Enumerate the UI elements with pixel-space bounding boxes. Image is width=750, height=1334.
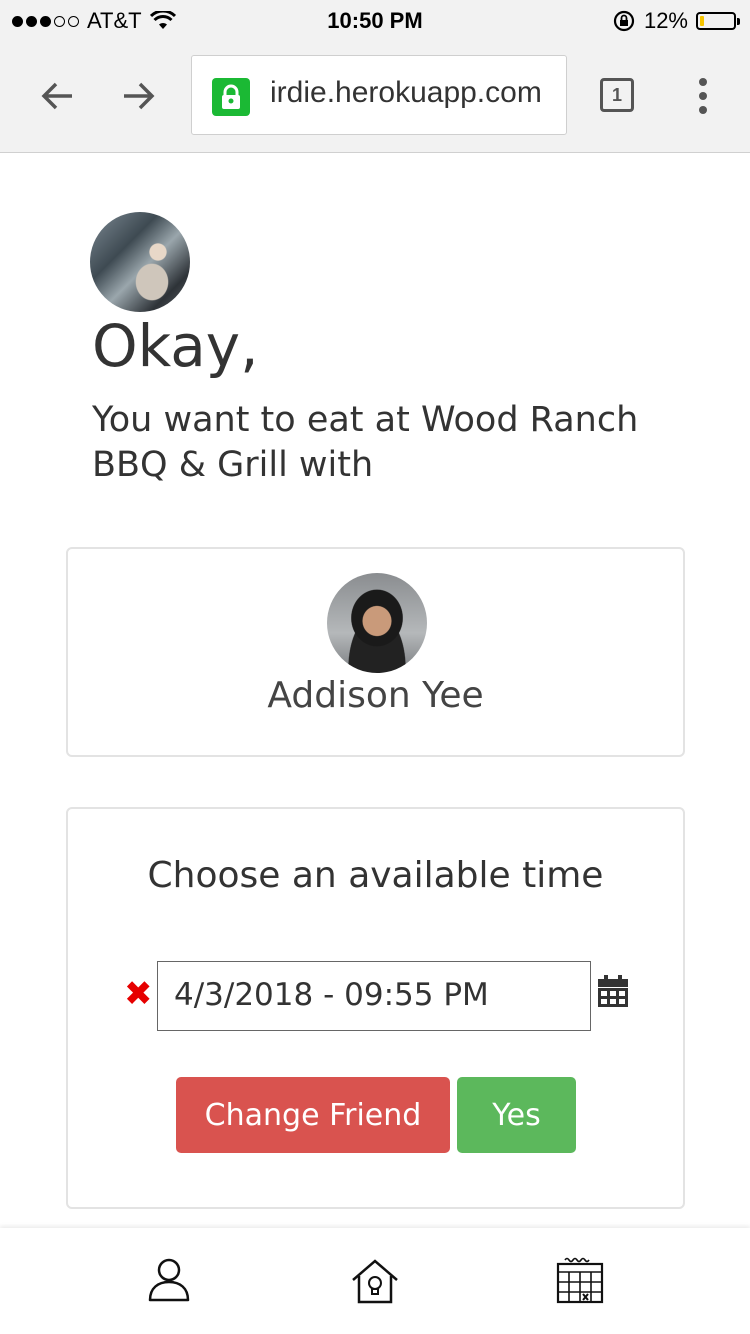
battery-percent: 12%: [643, 8, 688, 33]
yes-button[interactable]: Yes: [457, 1077, 576, 1153]
bottom-nav: [0, 1228, 750, 1334]
status-right: 12%: [612, 8, 740, 34]
url-text: irdie.herokuapp.com: [270, 76, 542, 109]
secure-lock-icon: [212, 78, 250, 116]
address-bar[interactable]: irdie.herokuapp.com: [191, 55, 567, 135]
profile-icon[interactable]: [144, 1256, 194, 1306]
rotation-lock-icon: [613, 10, 635, 32]
change-friend-button[interactable]: Change Friend: [176, 1077, 450, 1153]
friend-avatar: [327, 573, 427, 673]
browser-toolbar: irdie.herokuapp.com 1: [0, 40, 750, 153]
time-selection-card: Choose an available time ✖ 4/3/2018 - 09…: [66, 807, 685, 1209]
user-avatar: [90, 212, 190, 312]
status-bar: AT&T 10:50 PM 12%: [0, 0, 750, 40]
back-arrow-icon[interactable]: [38, 76, 78, 116]
page-heading: Okay,: [92, 312, 259, 380]
tab-switcher-button[interactable]: 1: [600, 78, 634, 112]
battery-icon: [696, 12, 740, 30]
calendar-icon[interactable]: [555, 1256, 605, 1306]
datetime-input[interactable]: 4/3/2018 - 09:55 PM: [157, 961, 591, 1031]
overflow-menu-icon[interactable]: [696, 78, 710, 114]
friend-name: Addison Yee: [267, 675, 484, 716]
home-icon[interactable]: [350, 1256, 400, 1306]
forward-arrow-icon[interactable]: [118, 76, 158, 116]
friend-card: Addison Yee: [66, 547, 685, 757]
battery-level: [700, 16, 704, 26]
clear-time-icon[interactable]: ✖: [124, 977, 153, 1011]
calendar-picker-icon[interactable]: [598, 975, 628, 1007]
time-card-title: Choose an available time: [147, 855, 604, 896]
restaurant-prompt: You want to eat at Wood Ranch BBQ & Gril…: [92, 400, 639, 485]
